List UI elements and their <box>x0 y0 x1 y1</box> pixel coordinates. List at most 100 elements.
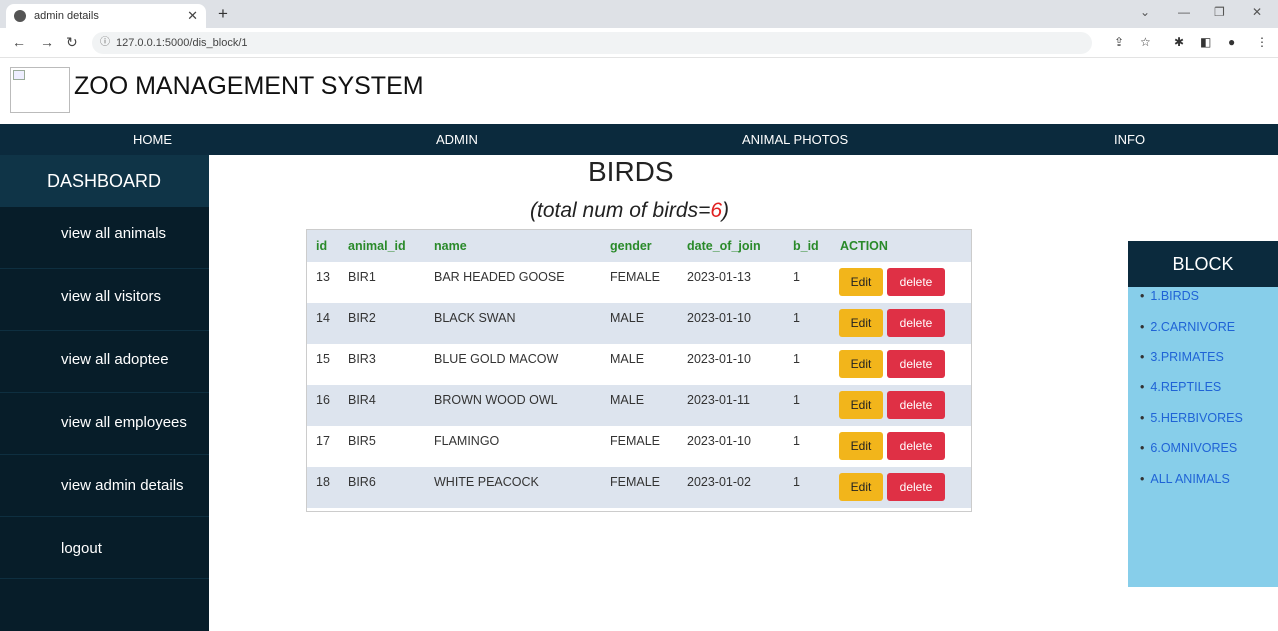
cell-b-id: 1 <box>793 352 800 366</box>
cell-name: BLACK SWAN <box>434 311 516 325</box>
restore-icon[interactable]: ❐ <box>1214 5 1225 19</box>
bird-count-subtitle: (total num of birds=6) <box>530 199 729 223</box>
sidebar-item-view-all-adoptee[interactable]: view all adoptee <box>0 331 209 393</box>
cell-b-id: 1 <box>793 393 800 407</box>
sidebar-item-view-admin-details[interactable]: view admin details <box>0 455 209 517</box>
edit-button[interactable]: Edit <box>839 473 883 501</box>
column-header-date-of-join: date_of_join <box>687 239 761 253</box>
broken-image-icon <box>13 70 25 80</box>
menu-icon[interactable]: ⋮ <box>1256 35 1268 49</box>
cell-gender: MALE <box>610 311 645 325</box>
table-row: 17 BIR5 FLAMINGO FEMALE 2023-01-10 1 Edi… <box>307 426 971 467</box>
info-icon[interactable]: ⓘ <box>100 32 110 54</box>
edit-button[interactable]: Edit <box>839 309 883 337</box>
table-row: 13 BIR1 BAR HEADED GOOSE FEMALE 2023-01-… <box>307 262 971 303</box>
logo-image <box>10 67 70 113</box>
sidebar-item-view-all-animals[interactable]: view all animals <box>0 207 209 269</box>
cell-gender: MALE <box>610 393 645 407</box>
cell-id: 16 <box>316 393 330 407</box>
delete-button[interactable]: delete <box>887 473 945 501</box>
cell-animal-id: BIR3 <box>348 352 376 366</box>
address-bar: ← → ↻ ⓘ 127.0.0.1:5000/dis_block/1 ⇪ ☆ ✱… <box>0 28 1278 58</box>
sidebar-item-label: view all visitors <box>61 288 162 305</box>
back-icon[interactable]: ← <box>12 34 26 50</box>
sidebar-item-label: view all employees <box>61 414 187 431</box>
edit-button[interactable]: Edit <box>839 268 883 296</box>
url-text: 127.0.0.1:5000/dis_block/1 <box>116 37 248 49</box>
delete-button[interactable]: delete <box>887 391 945 419</box>
profile-icon[interactable]: ● <box>1228 35 1235 49</box>
block-link-all-animals[interactable]: ALL ANIMALS <box>1140 472 1229 486</box>
close-tab-icon[interactable]: ✕ <box>187 8 198 24</box>
nav-admin[interactable]: ADMIN <box>436 124 478 155</box>
cell-name: WHITE PEACOCK <box>434 475 539 489</box>
dashboard-heading: DASHBOARD <box>0 155 209 207</box>
top-nav: HOME ADMIN ANIMAL PHOTOS INFO <box>0 124 1278 155</box>
delete-button[interactable]: delete <box>887 432 945 460</box>
cell-b-id: 1 <box>793 270 800 284</box>
block-link-herbivores[interactable]: 5.HERBIVORES <box>1140 411 1242 425</box>
share-icon[interactable]: ⇪ <box>1114 35 1124 49</box>
new-tab-button[interactable]: + <box>218 4 228 24</box>
page-title: BIRDS <box>588 156 674 187</box>
sidebar-item-logout[interactable]: logout <box>0 517 209 579</box>
block-link-reptiles[interactable]: 4.REPTILES <box>1140 380 1221 394</box>
cell-date-of-join: 2023-01-13 <box>687 270 751 284</box>
block-link-carnivore[interactable]: 2.CARNIVORE <box>1140 320 1235 334</box>
nav-info[interactable]: INFO <box>1114 124 1145 155</box>
sidebar-item-view-all-visitors[interactable]: view all visitors <box>0 269 209 331</box>
minimize-icon[interactable]: — <box>1178 5 1190 19</box>
cell-gender: FEMALE <box>610 270 661 284</box>
cell-date-of-join: 2023-01-02 <box>687 475 751 489</box>
cell-animal-id: BIR4 <box>348 393 376 407</box>
column-header-id: id <box>316 239 328 253</box>
cell-name: BROWN WOOD OWL <box>434 393 558 407</box>
cell-date-of-join: 2023-01-11 <box>687 393 751 407</box>
delete-button[interactable]: delete <box>887 309 945 337</box>
tab-search-icon[interactable]: ⌄ <box>1140 5 1150 19</box>
url-field[interactable]: ⓘ 127.0.0.1:5000/dis_block/1 <box>92 32 1092 54</box>
delete-button[interactable]: delete <box>887 350 945 378</box>
cell-gender: FEMALE <box>610 434 661 448</box>
reload-icon[interactable]: ↻ <box>66 34 78 51</box>
tab-title: admin details <box>34 10 99 22</box>
block-link-omnivores[interactable]: 6.OMNIVORES <box>1140 441 1237 455</box>
column-header-gender: gender <box>610 239 652 253</box>
sidebar-item-label: view all adoptee <box>61 351 169 368</box>
cell-date-of-join: 2023-01-10 <box>687 434 751 448</box>
cell-animal-id: BIR1 <box>348 270 376 284</box>
cell-name: BLUE GOLD MACOW <box>434 352 559 366</box>
sidebar: DASHBOARD view all animals view all visi… <box>0 155 209 631</box>
window-close-icon[interactable]: ✕ <box>1252 5 1262 19</box>
column-header-b-id: b_id <box>793 239 819 253</box>
bird-count: 6 <box>710 199 723 222</box>
column-header-name: name <box>434 239 467 253</box>
edit-button[interactable]: Edit <box>839 391 883 419</box>
browser-tab-bar: admin details ✕ + ⌄ — ❐ ✕ <box>0 0 1278 28</box>
forward-icon[interactable]: → <box>40 34 54 50</box>
cell-id: 15 <box>316 352 330 366</box>
cell-b-id: 1 <box>793 475 800 489</box>
cell-animal-id: BIR2 <box>348 311 376 325</box>
edit-button[interactable]: Edit <box>839 432 883 460</box>
subtitle-prefix: (total num of birds= <box>530 199 711 222</box>
birds-table: id animal_id name gender date_of_join b_… <box>306 229 972 512</box>
column-header-action: ACTION <box>840 239 888 253</box>
browser-tab[interactable]: admin details ✕ <box>6 4 206 28</box>
cell-id: 18 <box>316 475 330 489</box>
cell-animal-id: BIR5 <box>348 434 376 448</box>
block-panel: BLOCK 1.BIRDS 2.CARNIVORE 3.PRIMATES 4.R… <box>1128 241 1278 587</box>
nav-animal-photos[interactable]: ANIMAL PHOTOS <box>742 124 848 155</box>
cell-date-of-join: 2023-01-10 <box>687 311 751 325</box>
delete-button[interactable]: delete <box>887 268 945 296</box>
block-link-birds[interactable]: 1.BIRDS <box>1140 289 1199 303</box>
block-link-primates[interactable]: 3.PRIMATES <box>1140 350 1223 364</box>
extensions-icon[interactable]: ✱ <box>1174 35 1184 49</box>
edit-button[interactable]: Edit <box>839 350 883 378</box>
cell-id: 13 <box>316 270 330 284</box>
nav-home[interactable]: HOME <box>133 124 172 155</box>
cell-animal-id: BIR6 <box>348 475 376 489</box>
sidebar-item-view-all-employees[interactable]: view all employees <box>0 393 209 455</box>
bookmark-star-icon[interactable]: ☆ <box>1140 35 1151 49</box>
side-panel-icon[interactable]: ◧ <box>1200 35 1211 49</box>
